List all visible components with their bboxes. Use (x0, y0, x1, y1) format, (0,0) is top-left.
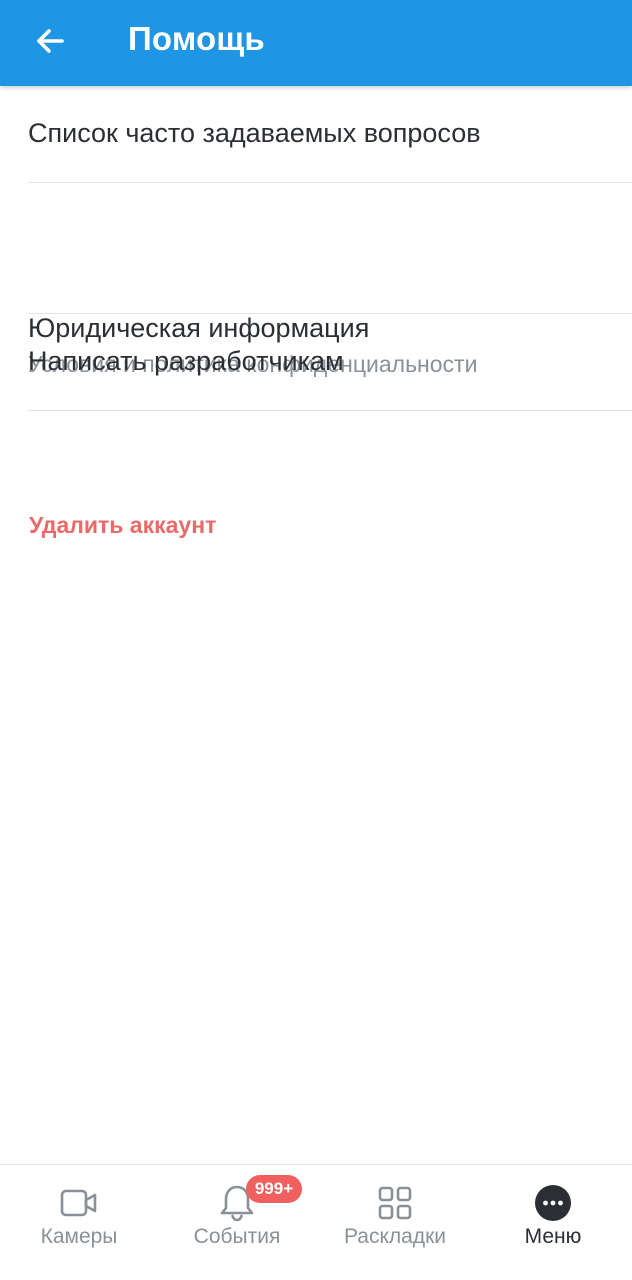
video-camera-icon (59, 1183, 99, 1223)
back-button[interactable] (22, 13, 78, 69)
nav-label-layouts: Раскладки (343, 1225, 447, 1248)
nav-item-events[interactable]: 999+ События (158, 1165, 316, 1280)
nav-label-events: События (193, 1225, 281, 1248)
write-developers-title: Написать разработчикам (28, 346, 344, 376)
delete-account-button[interactable]: Удалить аккаунт (29, 512, 216, 539)
arrow-left-icon (37, 29, 64, 53)
page-title: Помощь (128, 20, 265, 57)
nav-item-menu[interactable]: Меню (474, 1165, 632, 1280)
nav-label-menu: Меню (524, 1225, 582, 1248)
legal-info-item[interactable]: Юридическая информация Условия и политик… (28, 183, 632, 377)
bottom-navigation: Камеры 999+ События Раскладки Меню (0, 1164, 632, 1280)
write-developers-item[interactable]: Написать разработчикам (28, 314, 632, 411)
more-dots-icon (533, 1183, 573, 1223)
faq-item[interactable]: Список часто задаваемых вопросов (28, 86, 632, 183)
grid-icon (375, 1183, 415, 1223)
nav-item-layouts[interactable]: Раскладки (316, 1165, 474, 1280)
nav-item-cameras[interactable]: Камеры (0, 1165, 158, 1280)
help-list: Список часто задаваемых вопросов Юридиче… (0, 86, 632, 411)
events-count-badge: 999+ (246, 1175, 302, 1203)
help-screen: Помощь Список часто задаваемых вопросов … (0, 0, 632, 1280)
nav-label-cameras: Камеры (40, 1225, 118, 1248)
faq-item-title: Список часто задаваемых вопросов (28, 118, 481, 148)
app-bar: Помощь (0, 0, 632, 86)
